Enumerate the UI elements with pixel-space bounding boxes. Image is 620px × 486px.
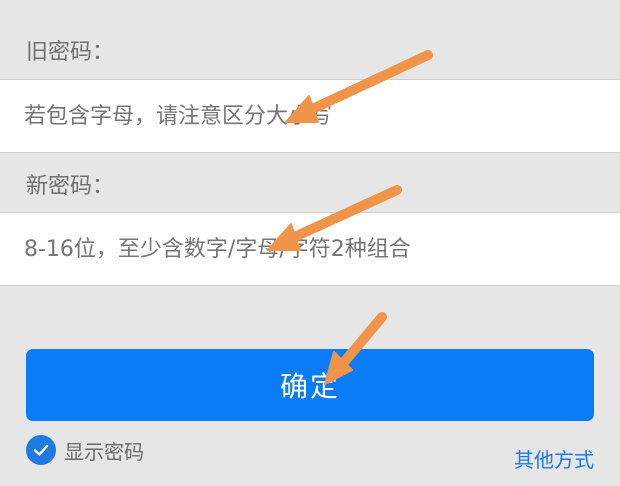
arrow-icon xyxy=(267,185,402,251)
arrow-icon xyxy=(285,50,433,123)
arrow-annotations xyxy=(267,50,433,385)
arrow-icon xyxy=(324,312,387,385)
